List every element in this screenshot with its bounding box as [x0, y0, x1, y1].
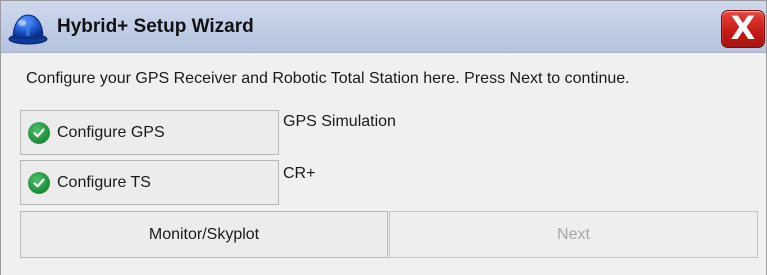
configure-gps-button[interactable]: Configure GPS	[20, 110, 279, 155]
close-button[interactable]: X	[721, 10, 765, 48]
check-circle-icon	[28, 121, 50, 144]
title-bar: Hybrid+ Setup Wizard X	[1, 1, 766, 53]
total-station-value: CR+	[283, 165, 316, 182]
close-icon: X	[730, 9, 756, 47]
gps-receiver-value: GPS Simulation	[283, 113, 396, 130]
monitor-skyplot-button[interactable]: Monitor/Skyplot	[20, 211, 388, 258]
hard-hat-icon	[7, 10, 49, 46]
check-circle-icon	[28, 171, 50, 194]
monitor-skyplot-label: Monitor/Skyplot	[148, 225, 260, 243]
next-label: Next	[557, 225, 590, 243]
setup-wizard-window: Hybrid+ Setup Wizard X Configure your GP…	[0, 0, 767, 275]
configure-gps-label: Configure GPS	[57, 123, 165, 141]
configure-ts-button[interactable]: Configure TS	[20, 160, 279, 205]
window-title: Hybrid+ Setup Wizard	[57, 16, 254, 37]
wizard-content: Configure your GPS Receiver and Robotic …	[1, 54, 766, 275]
configure-ts-label: Configure TS	[57, 173, 151, 191]
next-button[interactable]: Next	[389, 211, 758, 258]
instruction-text: Configure your GPS Receiver and Robotic …	[26, 70, 630, 87]
